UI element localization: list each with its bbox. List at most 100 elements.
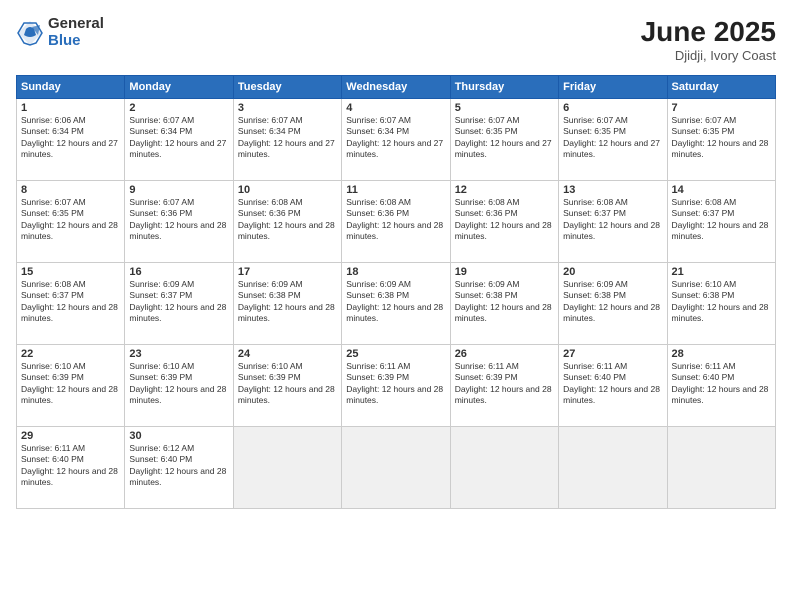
day-number: 4 [346, 102, 445, 114]
day-number: 26 [455, 348, 554, 360]
calendar-cell: 17Sunrise: 6:09 AMSunset: 6:38 PMDayligh… [233, 263, 341, 345]
calendar-cell: 2Sunrise: 6:07 AMSunset: 6:34 PMDaylight… [125, 99, 233, 181]
calendar-cell: 10Sunrise: 6:08 AMSunset: 6:36 PMDayligh… [233, 181, 341, 263]
day-number: 8 [21, 184, 120, 196]
day-info: Sunrise: 6:09 AMSunset: 6:38 PMDaylight:… [455, 279, 554, 325]
day-number: 23 [129, 348, 228, 360]
day-number: 27 [563, 348, 662, 360]
calendar-cell: 7Sunrise: 6:07 AMSunset: 6:35 PMDaylight… [667, 99, 775, 181]
calendar-cell: 24Sunrise: 6:10 AMSunset: 6:39 PMDayligh… [233, 345, 341, 427]
calendar-cell: 21Sunrise: 6:10 AMSunset: 6:38 PMDayligh… [667, 263, 775, 345]
day-info: Sunrise: 6:07 AMSunset: 6:35 PMDaylight:… [563, 115, 662, 161]
day-number: 12 [455, 184, 554, 196]
calendar-cell [342, 427, 450, 509]
calendar-cell [450, 427, 558, 509]
calendar-cell: 12Sunrise: 6:08 AMSunset: 6:36 PMDayligh… [450, 181, 558, 263]
day-info: Sunrise: 6:11 AMSunset: 6:39 PMDaylight:… [455, 361, 554, 407]
calendar-cell: 13Sunrise: 6:08 AMSunset: 6:37 PMDayligh… [559, 181, 667, 263]
day-number: 9 [129, 184, 228, 196]
day-number: 22 [21, 348, 120, 360]
calendar-header-row: SundayMondayTuesdayWednesdayThursdayFrid… [17, 76, 776, 99]
location: Djidji, Ivory Coast [641, 48, 776, 63]
calendar-cell [667, 427, 775, 509]
logo: General Blue [16, 16, 104, 49]
day-number: 16 [129, 266, 228, 278]
calendar: SundayMondayTuesdayWednesdayThursdayFrid… [16, 75, 776, 509]
calendar-cell: 20Sunrise: 6:09 AMSunset: 6:38 PMDayligh… [559, 263, 667, 345]
day-number: 15 [21, 266, 120, 278]
month-title: June 2025 [641, 16, 776, 48]
day-info: Sunrise: 6:12 AMSunset: 6:40 PMDaylight:… [129, 443, 228, 489]
calendar-header-tuesday: Tuesday [233, 76, 341, 99]
calendar-week-4: 22Sunrise: 6:10 AMSunset: 6:39 PMDayligh… [17, 345, 776, 427]
calendar-cell: 4Sunrise: 6:07 AMSunset: 6:34 PMDaylight… [342, 99, 450, 181]
day-number: 5 [455, 102, 554, 114]
calendar-header-friday: Friday [559, 76, 667, 99]
calendar-cell: 9Sunrise: 6:07 AMSunset: 6:36 PMDaylight… [125, 181, 233, 263]
calendar-week-1: 1Sunrise: 6:06 AMSunset: 6:34 PMDaylight… [17, 99, 776, 181]
day-number: 18 [346, 266, 445, 278]
day-number: 3 [238, 102, 337, 114]
day-info: Sunrise: 6:10 AMSunset: 6:39 PMDaylight:… [21, 361, 120, 407]
calendar-cell: 11Sunrise: 6:08 AMSunset: 6:36 PMDayligh… [342, 181, 450, 263]
calendar-week-3: 15Sunrise: 6:08 AMSunset: 6:37 PMDayligh… [17, 263, 776, 345]
day-number: 17 [238, 266, 337, 278]
calendar-header-wednesday: Wednesday [342, 76, 450, 99]
day-info: Sunrise: 6:11 AMSunset: 6:40 PMDaylight:… [21, 443, 120, 489]
day-number: 20 [563, 266, 662, 278]
day-info: Sunrise: 6:10 AMSunset: 6:39 PMDaylight:… [238, 361, 337, 407]
day-info: Sunrise: 6:08 AMSunset: 6:37 PMDaylight:… [563, 197, 662, 243]
day-number: 2 [129, 102, 228, 114]
calendar-cell: 25Sunrise: 6:11 AMSunset: 6:39 PMDayligh… [342, 345, 450, 427]
page: General Blue June 2025 Djidji, Ivory Coa… [0, 0, 792, 612]
day-number: 28 [672, 348, 771, 360]
calendar-cell: 8Sunrise: 6:07 AMSunset: 6:35 PMDaylight… [17, 181, 125, 263]
day-number: 6 [563, 102, 662, 114]
day-number: 30 [129, 430, 228, 442]
day-info: Sunrise: 6:09 AMSunset: 6:38 PMDaylight:… [563, 279, 662, 325]
day-number: 1 [21, 102, 120, 114]
calendar-cell: 15Sunrise: 6:08 AMSunset: 6:37 PMDayligh… [17, 263, 125, 345]
day-number: 19 [455, 266, 554, 278]
calendar-cell: 28Sunrise: 6:11 AMSunset: 6:40 PMDayligh… [667, 345, 775, 427]
day-info: Sunrise: 6:09 AMSunset: 6:38 PMDaylight:… [346, 279, 445, 325]
day-number: 29 [21, 430, 120, 442]
calendar-cell: 16Sunrise: 6:09 AMSunset: 6:37 PMDayligh… [125, 263, 233, 345]
calendar-cell: 23Sunrise: 6:10 AMSunset: 6:39 PMDayligh… [125, 345, 233, 427]
day-info: Sunrise: 6:08 AMSunset: 6:36 PMDaylight:… [346, 197, 445, 243]
calendar-week-5: 29Sunrise: 6:11 AMSunset: 6:40 PMDayligh… [17, 427, 776, 509]
day-info: Sunrise: 6:06 AMSunset: 6:34 PMDaylight:… [21, 115, 120, 161]
calendar-cell: 1Sunrise: 6:06 AMSunset: 6:34 PMDaylight… [17, 99, 125, 181]
calendar-cell [559, 427, 667, 509]
day-info: Sunrise: 6:07 AMSunset: 6:34 PMDaylight:… [238, 115, 337, 161]
day-number: 10 [238, 184, 337, 196]
day-info: Sunrise: 6:08 AMSunset: 6:36 PMDaylight:… [238, 197, 337, 243]
logo-text: General Blue [48, 16, 104, 49]
calendar-cell: 18Sunrise: 6:09 AMSunset: 6:38 PMDayligh… [342, 263, 450, 345]
header: General Blue June 2025 Djidji, Ivory Coa… [16, 16, 776, 63]
calendar-cell [233, 427, 341, 509]
day-info: Sunrise: 6:08 AMSunset: 6:37 PMDaylight:… [672, 197, 771, 243]
calendar-cell: 3Sunrise: 6:07 AMSunset: 6:34 PMDaylight… [233, 99, 341, 181]
calendar-cell: 30Sunrise: 6:12 AMSunset: 6:40 PMDayligh… [125, 427, 233, 509]
day-number: 25 [346, 348, 445, 360]
day-number: 13 [563, 184, 662, 196]
calendar-cell: 26Sunrise: 6:11 AMSunset: 6:39 PMDayligh… [450, 345, 558, 427]
logo-icon [16, 19, 44, 47]
day-info: Sunrise: 6:08 AMSunset: 6:36 PMDaylight:… [455, 197, 554, 243]
day-info: Sunrise: 6:10 AMSunset: 6:39 PMDaylight:… [129, 361, 228, 407]
day-info: Sunrise: 6:07 AMSunset: 6:35 PMDaylight:… [455, 115, 554, 161]
calendar-cell: 27Sunrise: 6:11 AMSunset: 6:40 PMDayligh… [559, 345, 667, 427]
calendar-cell: 5Sunrise: 6:07 AMSunset: 6:35 PMDaylight… [450, 99, 558, 181]
logo-general: General [48, 16, 104, 33]
day-info: Sunrise: 6:11 AMSunset: 6:39 PMDaylight:… [346, 361, 445, 407]
day-info: Sunrise: 6:07 AMSunset: 6:35 PMDaylight:… [672, 115, 771, 161]
day-number: 24 [238, 348, 337, 360]
calendar-cell: 29Sunrise: 6:11 AMSunset: 6:40 PMDayligh… [17, 427, 125, 509]
day-info: Sunrise: 6:07 AMSunset: 6:34 PMDaylight:… [129, 115, 228, 161]
calendar-cell: 22Sunrise: 6:10 AMSunset: 6:39 PMDayligh… [17, 345, 125, 427]
calendar-header-saturday: Saturday [667, 76, 775, 99]
day-info: Sunrise: 6:09 AMSunset: 6:37 PMDaylight:… [129, 279, 228, 325]
logo-blue: Blue [48, 33, 104, 50]
calendar-header-monday: Monday [125, 76, 233, 99]
